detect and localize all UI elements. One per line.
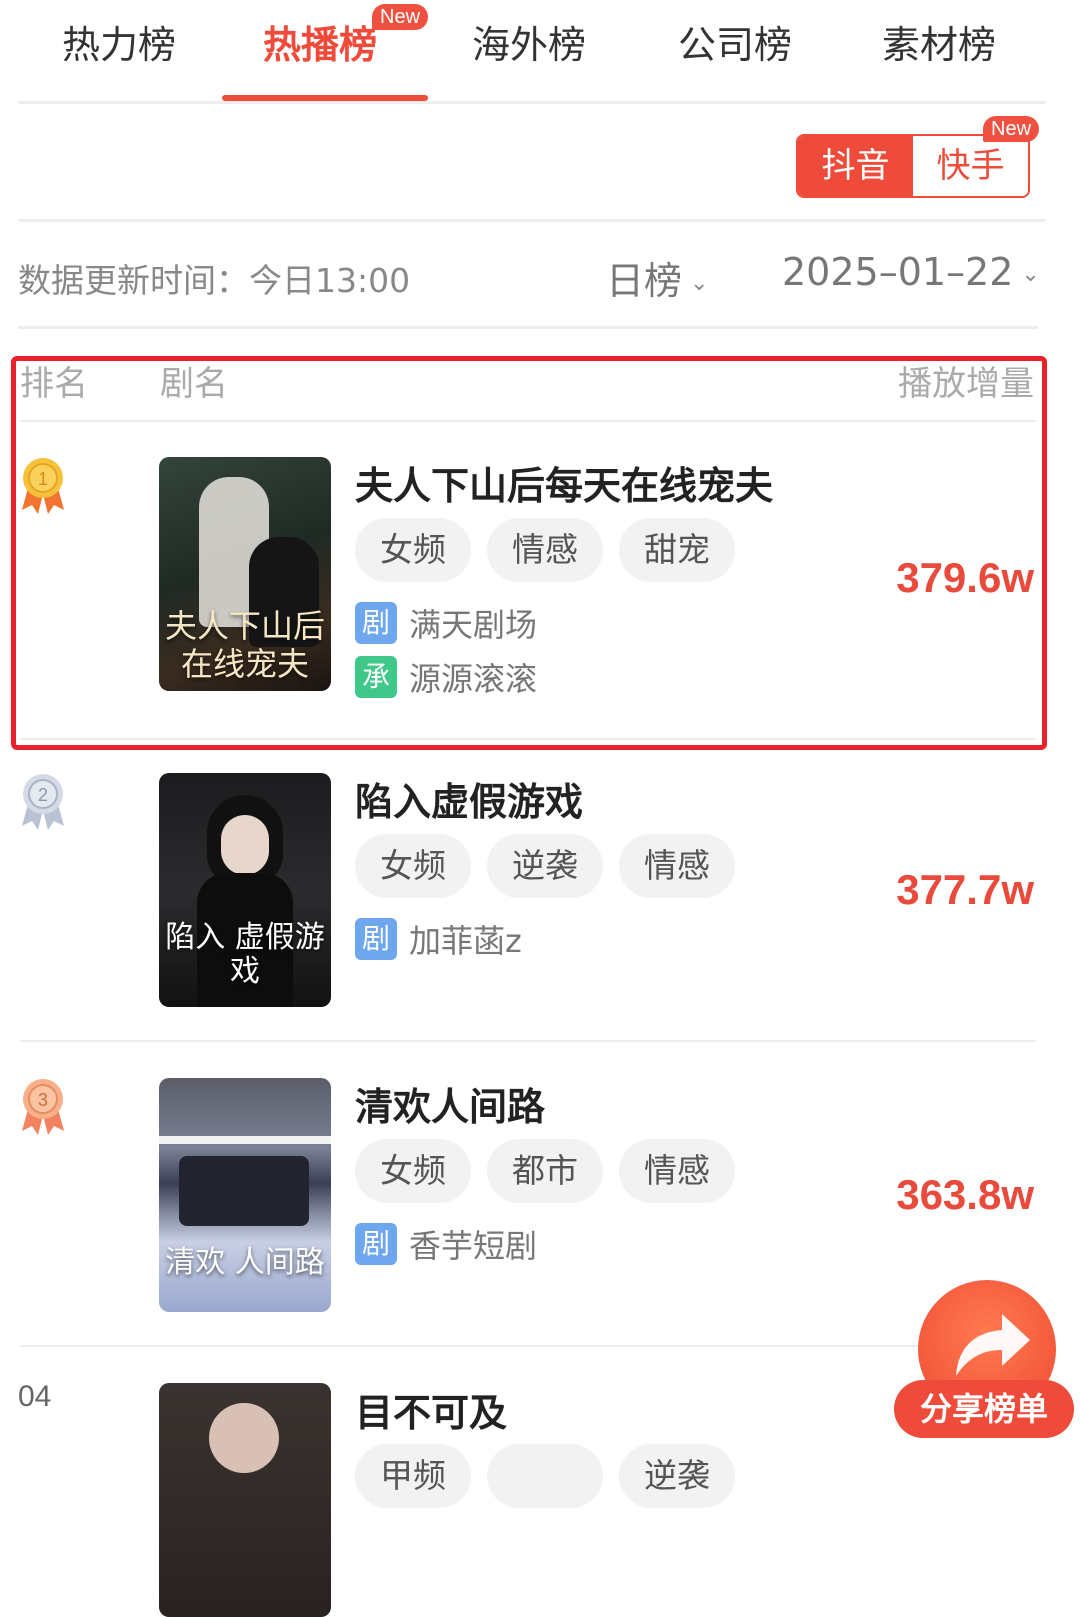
tag-list: 女频 都市 情感 bbox=[355, 1139, 735, 1203]
drama-title[interactable]: 清欢人间路 bbox=[355, 1076, 545, 1131]
platform-douyin-option[interactable]: 抖音 bbox=[798, 136, 913, 196]
drama-poster[interactable] bbox=[159, 1383, 331, 1617]
svg-text:3: 3 bbox=[38, 1090, 48, 1110]
divider bbox=[20, 1040, 1036, 1042]
poster-title-text: 清欢 人间路 bbox=[165, 1245, 325, 1280]
new-badge: New bbox=[372, 4, 429, 30]
chevron-down-icon: ⌄ bbox=[690, 271, 709, 296]
bronze-medal-icon: 3 bbox=[22, 1079, 64, 1135]
tag-list: 女频 逆袭 情感 bbox=[355, 834, 735, 898]
producer-line: 剧 加菲菡z bbox=[355, 916, 522, 962]
platform-toggle: 抖音 快手 bbox=[796, 134, 1030, 198]
tag-chip bbox=[487, 1444, 603, 1508]
period-dropdown[interactable]: 日榜 ⌄ bbox=[606, 250, 708, 305]
tag-chip: 逆袭 bbox=[619, 1444, 735, 1508]
tab-company-ranking[interactable]: 公司榜 bbox=[678, 14, 792, 69]
tag-chip: 女频 bbox=[355, 1139, 471, 1203]
drama-title[interactable]: 陷入虚假游戏 bbox=[355, 771, 583, 826]
tag-list: 甲频 逆袭 bbox=[355, 1444, 735, 1508]
producer-line: 剧 香芋短剧 bbox=[355, 1221, 537, 1267]
poster-figure bbox=[179, 1156, 309, 1226]
drama-poster[interactable]: 清欢 人间路 bbox=[159, 1078, 331, 1312]
tab-overseas-ranking[interactable]: 海外榜 bbox=[472, 14, 586, 69]
svg-text:2: 2 bbox=[38, 785, 48, 805]
play-increment-value: 377.7w bbox=[896, 866, 1034, 913]
chevron-down-icon: ⌄ bbox=[1021, 262, 1040, 287]
date-dropdown[interactable]: 2025–01–22 ⌄ bbox=[782, 250, 1040, 294]
divider bbox=[18, 219, 1046, 222]
drama-poster[interactable]: 陷入 虚假游戏 bbox=[159, 773, 331, 1007]
ranking-tabs: 热力榜 热播榜 New 海外榜 公司榜 素材榜 bbox=[0, 0, 1080, 102]
divider bbox=[18, 101, 1046, 104]
highlight-box bbox=[11, 356, 1047, 750]
tag-chip: 甲频 bbox=[355, 1444, 471, 1508]
update-time-text: 数据更新时间：今日13:00 bbox=[18, 261, 411, 300]
tag-chip: 情感 bbox=[619, 1139, 735, 1203]
tab-heat-ranking[interactable]: 热力榜 bbox=[62, 14, 176, 69]
divider bbox=[20, 1345, 1036, 1347]
play-increment-value: 363.8w bbox=[896, 1171, 1034, 1218]
poster-figure bbox=[209, 1403, 279, 1473]
platform-kuaishou-option[interactable]: 快手 bbox=[913, 136, 1028, 196]
divider bbox=[18, 326, 1038, 329]
producer-name: 加菲菡z bbox=[409, 922, 522, 960]
tag-chip: 女频 bbox=[355, 834, 471, 898]
producer-name: 香芋短剧 bbox=[409, 1227, 538, 1265]
share-ranking-button[interactable]: 分享榜单 bbox=[894, 1380, 1074, 1438]
period-label: 日榜 bbox=[606, 259, 683, 303]
rank-number: 04 bbox=[18, 1380, 52, 1413]
new-badge: New bbox=[983, 116, 1040, 142]
silver-medal-icon: 2 bbox=[22, 774, 64, 830]
tab-hot-play-ranking[interactable]: 热播榜 bbox=[263, 14, 377, 69]
producer-badge: 剧 bbox=[355, 1223, 397, 1265]
tag-chip: 都市 bbox=[487, 1139, 603, 1203]
tag-chip: 情感 bbox=[619, 834, 735, 898]
tag-chip: 逆袭 bbox=[487, 834, 603, 898]
tab-material-ranking[interactable]: 素材榜 bbox=[882, 14, 996, 69]
poster-figure bbox=[221, 815, 269, 875]
date-label: 2025–01–22 bbox=[782, 250, 1014, 294]
poster-title-text: 陷入 虚假游戏 bbox=[165, 920, 325, 989]
poster-stripe bbox=[159, 1136, 331, 1144]
drama-title[interactable]: 目不可及 bbox=[355, 1382, 507, 1437]
producer-badge: 剧 bbox=[355, 918, 397, 960]
